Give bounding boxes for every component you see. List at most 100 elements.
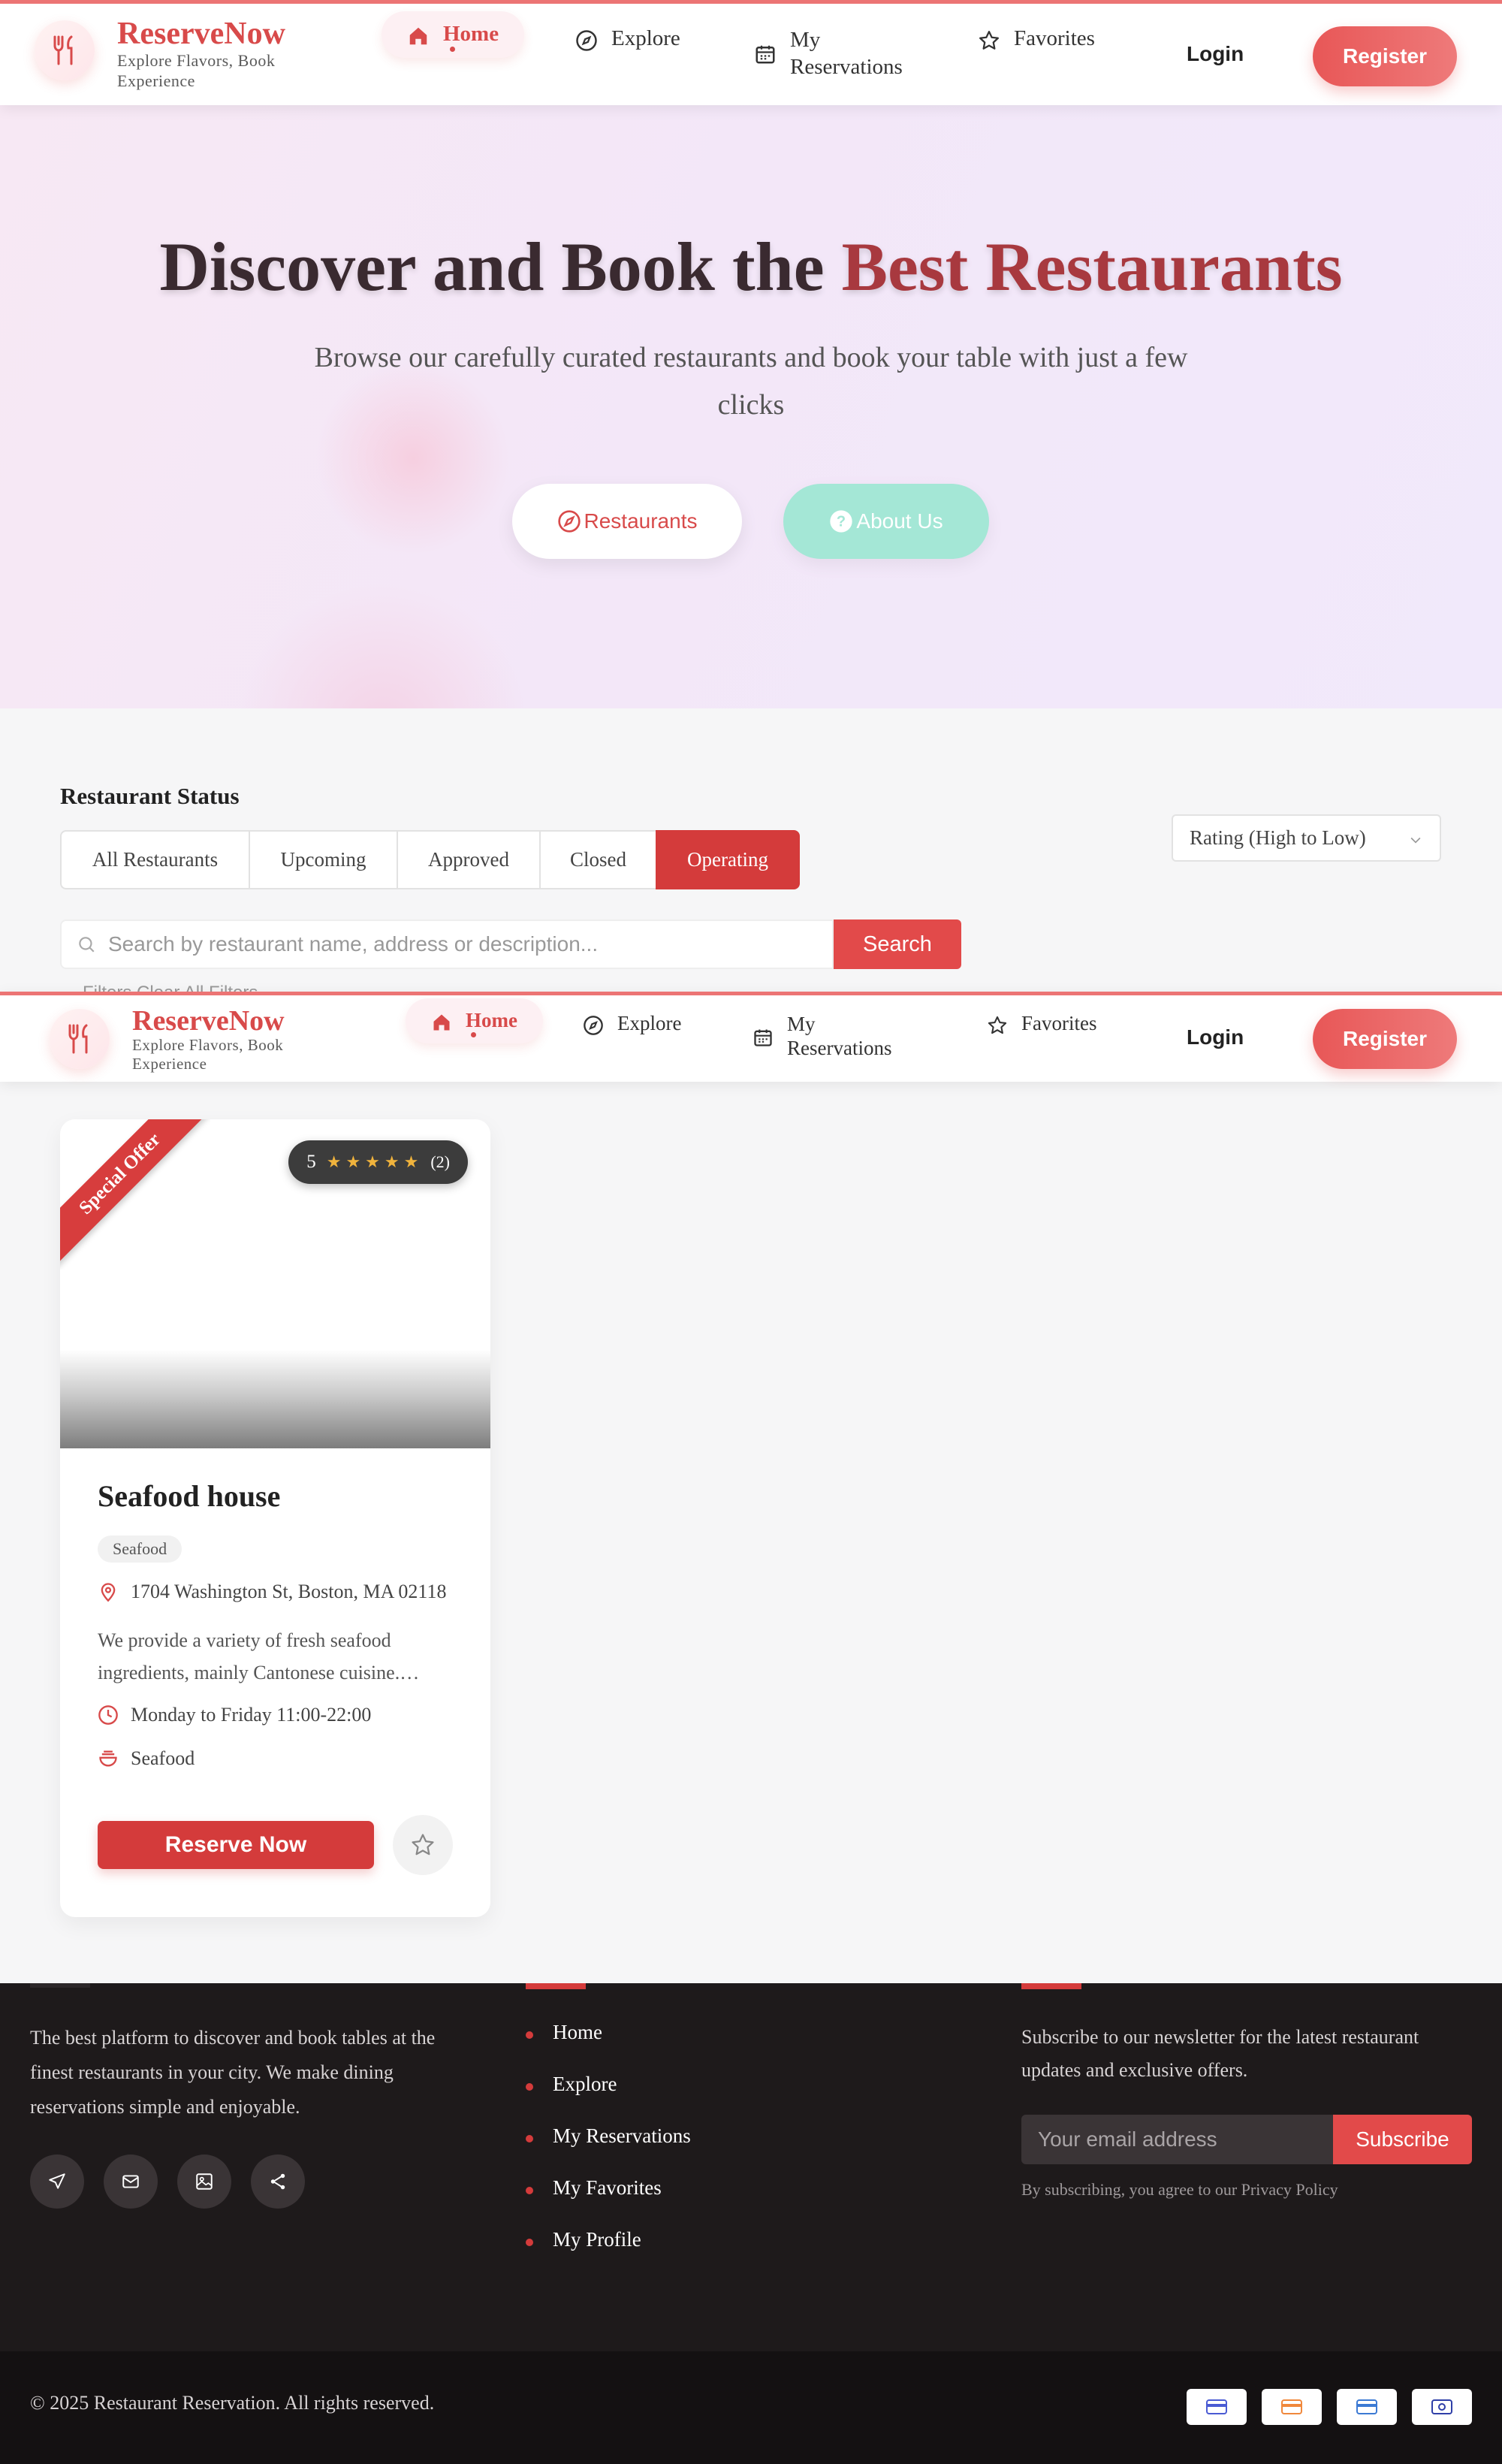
search-icon (79, 937, 95, 953)
tab-operating[interactable]: Operating (656, 830, 800, 889)
footer-link-home[interactable]: Home (526, 2021, 691, 2073)
compass-icon (584, 1016, 603, 1035)
rating-badge: 5 ★★★★★ (2) (288, 1140, 468, 1184)
compass-icon (557, 510, 581, 533)
brand-tagline: Explore Flavors, Book Experience (117, 51, 276, 90)
restaurant-name: Seafood house (98, 1479, 281, 1513)
star-icon (979, 31, 999, 50)
sort-select-value: Rating (High to Low) (1190, 826, 1366, 849)
home-icon (409, 27, 427, 45)
hero-section: Discover and Book the Best Restaurants B… (0, 105, 1502, 708)
image-icon[interactable] (177, 2154, 231, 2209)
nav-home[interactable]: Home (406, 998, 543, 1043)
nav-favorites-label: Favorites (1014, 26, 1095, 50)
nav-home-label: Home (443, 22, 499, 46)
share-icon[interactable] (251, 2154, 305, 2209)
star-icon (412, 1834, 434, 1856)
tab-all-restaurants[interactable]: All Restaurants (60, 830, 249, 889)
nav-favorites[interactable]: Favorites (978, 26, 1095, 52)
nav-favorites-label: Favorites (1021, 1012, 1097, 1034)
login-link[interactable]: Login (1187, 42, 1244, 66)
nav-my-reservations[interactable]: My Reservations (754, 26, 903, 80)
nav-home-label: Home (466, 1009, 517, 1031)
footer-link-my-profile[interactable]: My Profile (526, 2228, 691, 2280)
footer-heading-accent (526, 1983, 586, 1989)
register-button[interactable]: Register (1313, 1009, 1457, 1069)
status-tabs: All Restaurants Upcoming Approved Closed… (60, 830, 800, 889)
reserve-now-button[interactable]: Reserve Now (98, 1821, 374, 1869)
nav-explore-label: Explore (617, 1012, 682, 1034)
sort-select[interactable]: Rating (High to Low) (1172, 814, 1441, 862)
status-section-title: Restaurant Status (60, 783, 240, 809)
star-icon (988, 1016, 1007, 1034)
copyright: © 2025 Restaurant Reservation. All right… (30, 2392, 435, 2414)
special-offer-ribbon: Special Offer (60, 1119, 210, 1267)
nav-my-reservations[interactable]: My Reservations (753, 1012, 891, 1060)
about-us-button-label: About Us (856, 509, 943, 533)
brand[interactable]: ReserveNow Explore Flavors, Book Experie… (50, 1006, 335, 1073)
category-badge: Seafood (98, 1535, 182, 1563)
about-us-button[interactable]: ? About Us (783, 484, 989, 559)
nav-explore[interactable]: Explore (575, 26, 680, 52)
chevron-down-icon (1410, 837, 1421, 844)
bowl-icon (99, 1750, 117, 1767)
restaurants-button[interactable]: Restaurants (512, 484, 742, 559)
sticky-navbar: ReserveNow Explore Flavors, Book Experie… (0, 992, 1502, 1082)
nav-explore-label: Explore (611, 26, 680, 50)
map-pin-icon (101, 1583, 116, 1602)
brand[interactable]: ReserveNow Explore Flavors, Book Experie… (35, 17, 320, 91)
newsletter-text: Subscribe to our newsletter for the late… (1021, 2026, 1419, 2081)
tab-approved[interactable]: Approved (397, 830, 539, 889)
hero-subtitle: Browse our carefully curated restaurants… (314, 342, 1188, 421)
nav-explore[interactable]: Explore (583, 1012, 681, 1036)
utensils-icon (50, 1009, 110, 1069)
search-placeholder: Search by restaurant name, address or de… (108, 932, 599, 956)
calendar-icon (756, 45, 775, 64)
cuisine-text: Seafood (131, 1747, 195, 1769)
footer-quick-links: Home Explore My Reservations My Favorite… (526, 2021, 691, 2280)
cash-icon (1412, 2389, 1472, 2425)
newsletter-email-input[interactable]: Your email address (1021, 2115, 1333, 2164)
social-links (30, 2154, 324, 2209)
rating-value: 5 (306, 1152, 316, 1172)
login-link[interactable]: Login (1187, 1025, 1244, 1049)
restaurant-card[interactable]: Special Offer 5 ★★★★★ (2) Seafood house … (60, 1119, 490, 1917)
register-button[interactable]: Register (1313, 26, 1457, 86)
nav-favorites[interactable]: Favorites (987, 1012, 1097, 1036)
search-button[interactable]: Search (834, 919, 961, 969)
opening-hours: Monday to Friday 11:00-22:00 (98, 1704, 371, 1726)
credit-card-icon (1337, 2389, 1397, 2425)
footer-about-text: The best platform to discover and book t… (30, 2027, 436, 2118)
credit-card-icon (1187, 2389, 1247, 2425)
nav-reservations-line2: Reservations (790, 55, 903, 79)
footer-bottom-bar: © 2025 Restaurant Reservation. All right… (0, 2351, 1502, 2464)
top-navbar: ReserveNow Explore Flavors, Book Experie… (0, 0, 1502, 105)
subscribe-button[interactable]: Subscribe (1333, 2115, 1472, 2164)
mail-icon[interactable] (104, 2154, 158, 2209)
footer-link-my-reservations[interactable]: My Reservations (526, 2124, 691, 2176)
hero-title-main: Discover and Book the (159, 228, 842, 305)
footer-link-my-favorites[interactable]: My Favorites (526, 2176, 691, 2228)
restaurant-address: 1704 Washington St, Boston, MA 02118 (98, 1581, 454, 1603)
nav-reservations-line2: Reservations (787, 1037, 892, 1059)
search-input[interactable]: Search by restaurant name, address or de… (60, 919, 834, 969)
tab-upcoming[interactable]: Upcoming (249, 830, 397, 889)
payment-methods (1172, 2389, 1472, 2425)
brand-name: ReserveNow (117, 17, 285, 51)
hero-decoration (225, 571, 541, 708)
hero-title-accent: Best Restaurants (841, 228, 1343, 305)
nav-home[interactable]: Home (382, 11, 525, 58)
brand-tagline: Explore Flavors, Book Experience (132, 1036, 284, 1073)
restaurant-description: We provide a variety of fresh seafood in… (98, 1629, 420, 1683)
review-count: (2) (430, 1152, 450, 1171)
send-icon[interactable] (30, 2154, 84, 2209)
address-text: 1704 Washington St, Boston, MA 02118 (131, 1581, 447, 1602)
rating-stars: ★★★★★ (326, 1152, 424, 1171)
favorite-button[interactable] (393, 1815, 453, 1875)
hours-text: Monday to Friday 11:00-22:00 (131, 1704, 372, 1726)
footer-link-explore[interactable]: Explore (526, 2073, 691, 2124)
tab-closed[interactable]: Closed (539, 830, 656, 889)
svg-text:?: ? (837, 514, 846, 530)
home-icon (433, 1014, 450, 1031)
nav-reservations-line1: My (787, 1013, 816, 1035)
